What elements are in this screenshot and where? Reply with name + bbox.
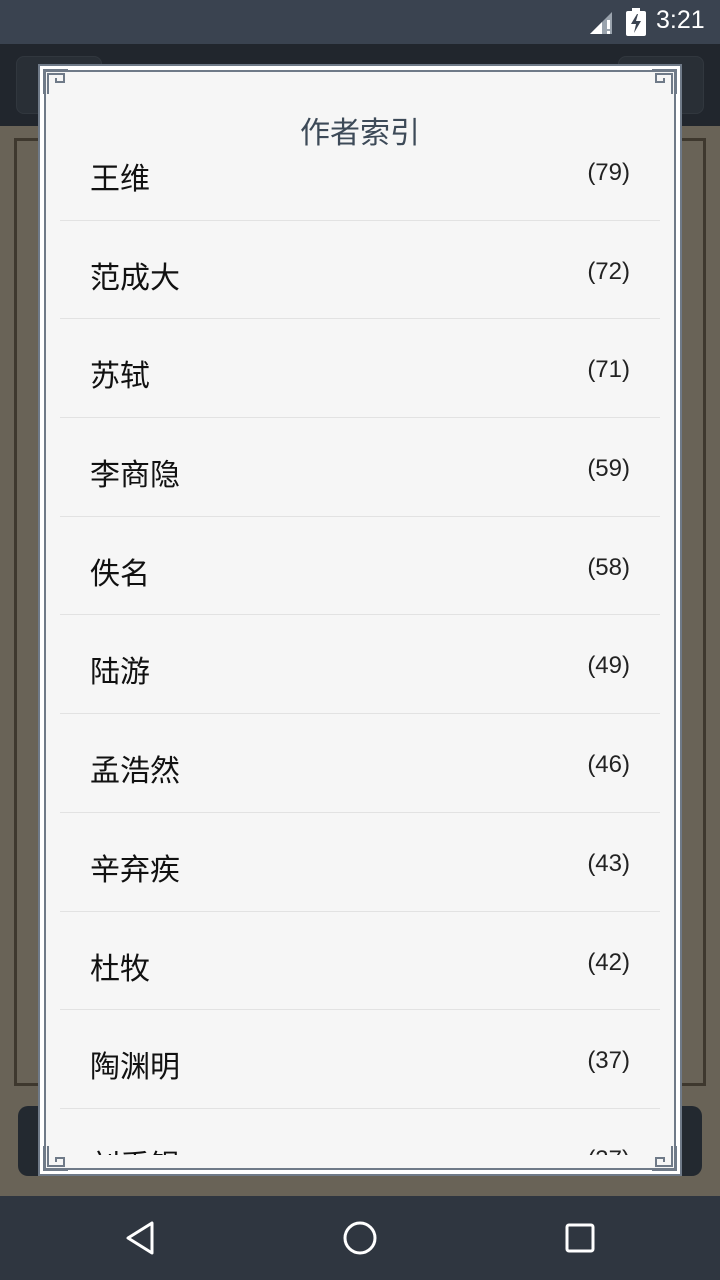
author-index-dialog: 作者索引 王维 (79) 范成大 (72) 苏轼 (71) 李商隐 (59) 佚… (43, 69, 677, 1171)
signal-icon (590, 12, 612, 34)
status-bar: 3:21 (0, 0, 720, 44)
poem-count: (59) (587, 455, 630, 483)
author-row[interactable]: 陶渊明 (37) (60, 1010, 660, 1109)
author-row[interactable]: 孟浩然 (46) (60, 714, 660, 813)
author-name: 佚名 (90, 556, 150, 592)
author-list[interactable]: 王维 (79) 范成大 (72) 苏轼 (71) 李商隐 (59) 佚名 (58… (60, 160, 660, 1155)
author-name: 苏轼 (90, 359, 150, 395)
poem-count: (37) (587, 1047, 630, 1075)
author-row[interactable]: 辛弃疾 (43) (60, 813, 660, 912)
author-name: 辛弃疾 (90, 852, 180, 888)
author-name: 陆游 (90, 655, 150, 691)
poem-count: (71) (587, 356, 630, 384)
poem-count: (72) (587, 257, 630, 285)
author-row[interactable]: 王维 (79) (60, 160, 660, 221)
corner-ornament-icon (43, 69, 68, 94)
recents-button[interactable] (554, 1212, 606, 1264)
author-row[interactable]: 杜牧 (42) (60, 912, 660, 1011)
author-row[interactable]: 范成大 (72) (60, 221, 660, 320)
author-row[interactable]: 李商隐 (59) (60, 418, 660, 517)
author-row[interactable]: 刘禹锡 (37) (60, 1109, 660, 1155)
dialog-title: 作者索引 (300, 116, 420, 151)
battery-charging-icon (626, 8, 646, 36)
home-button[interactable] (334, 1212, 386, 1264)
author-name: 李商隐 (90, 458, 180, 494)
author-row[interactable]: 陆游 (49) (60, 615, 660, 715)
author-row[interactable]: 佚名 (58) (60, 517, 660, 616)
recents-icon (565, 1223, 595, 1253)
poem-count: (37) (587, 1146, 630, 1155)
back-icon (126, 1221, 154, 1255)
poem-count: (43) (587, 849, 630, 877)
navigation-bar (0, 1196, 720, 1280)
poem-count: (42) (587, 948, 630, 976)
author-name: 范成大 (90, 260, 180, 296)
back-button[interactable] (114, 1212, 166, 1264)
home-icon (343, 1221, 377, 1255)
poem-count: (46) (587, 751, 630, 779)
author-name: 陶渊明 (90, 1050, 180, 1086)
author-name: 王维 (90, 162, 150, 197)
author-name: 孟浩然 (90, 754, 180, 790)
poem-count: (49) (587, 652, 630, 680)
corner-ornament-icon (652, 69, 677, 94)
poem-count: (58) (587, 553, 630, 581)
poem-count: (79) (587, 160, 630, 186)
author-row[interactable]: 苏轼 (71) (60, 319, 660, 419)
author-name: 杜牧 (90, 951, 150, 987)
status-time: 3:21 (656, 6, 705, 34)
author-name: 刘禹锡 (90, 1141, 180, 1155)
